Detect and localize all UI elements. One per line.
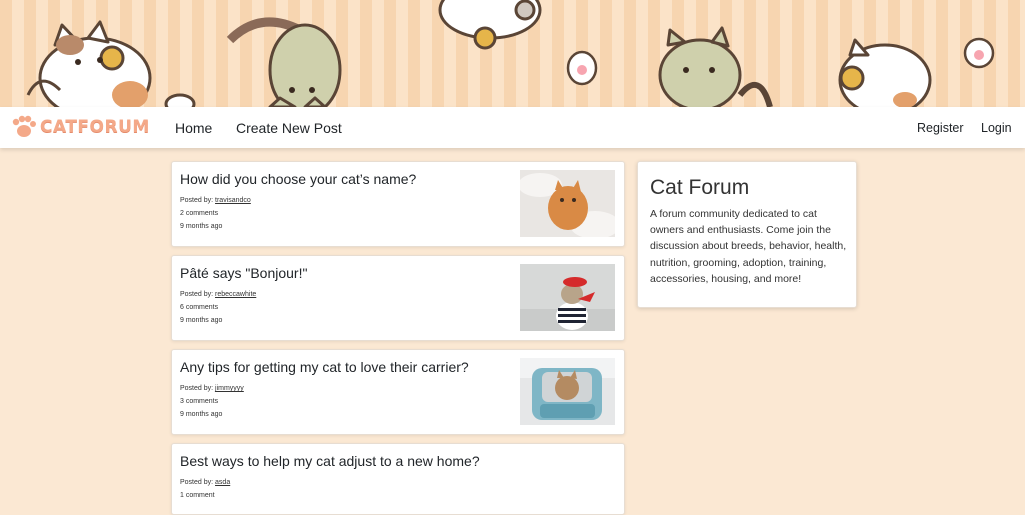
post-timestamp: 9 months ago (180, 411, 223, 418)
post-thumbnail[interactable] (520, 170, 615, 237)
post-thumbnail[interactable] (520, 264, 615, 331)
post-timestamp: 9 months ago (180, 223, 223, 230)
post-author-link[interactable]: rebeccawhite (215, 291, 256, 298)
post-author-link[interactable]: jimmyyyy (215, 385, 244, 392)
post-card[interactable]: How did you choose your cat’s name? Post… (171, 161, 625, 247)
post-author-line: Posted by: travisandco (180, 197, 251, 204)
paw-icon (12, 115, 36, 137)
post-comment-count: 2 comments (180, 210, 219, 217)
header-banner (0, 0, 1025, 107)
nav-login-link[interactable]: Login (981, 121, 1012, 135)
post-card[interactable]: Any tips for getting my cat to love thei… (171, 349, 625, 435)
post-card[interactable]: Best ways to help my cat adjust to a new… (171, 443, 625, 515)
post-comment-count: 6 comments (180, 304, 219, 311)
nav-register-link[interactable]: Register (917, 121, 964, 135)
sidebar-title: Cat Forum (650, 176, 750, 199)
post-author-link[interactable]: asda (215, 479, 230, 486)
post-author-line: Posted by: asda (180, 479, 231, 486)
post-title[interactable]: Any tips for getting my cat to love thei… (180, 359, 469, 375)
site-logo[interactable]: CATFORUM (10, 115, 150, 139)
navbar: CATFORUM Home Create New Post Register L… (0, 107, 1025, 148)
post-author-line: Posted by: rebeccawhite (180, 291, 257, 298)
post-title[interactable]: How did you choose your cat’s name? (180, 171, 416, 187)
post-timestamp: 9 months ago (180, 317, 223, 324)
post-author-link[interactable]: travisandco (215, 197, 251, 204)
sidebar-about-card: Cat Forum A forum community dedicated to… (637, 161, 857, 308)
post-title[interactable]: Best ways to help my cat adjust to a new… (180, 453, 480, 469)
nav-create-post-link[interactable]: Create New Post (236, 120, 342, 136)
post-thumbnail[interactable] (520, 358, 615, 425)
logo-text: CATFORUM (40, 117, 150, 137)
post-comment-count: 3 comments (180, 398, 219, 405)
post-card[interactable]: Pâté says "Bonjour!" Posted by: rebeccaw… (171, 255, 625, 341)
post-author-line: Posted by: jimmyyyy (180, 385, 244, 392)
post-title[interactable]: Pâté says "Bonjour!" (180, 265, 307, 281)
sidebar-description: A forum community dedicated to cat owner… (650, 208, 847, 285)
cartoon-cats-illustration (26, 0, 995, 107)
nav-home-link[interactable]: Home (175, 120, 212, 136)
post-comment-count: 1 comment (180, 492, 215, 499)
